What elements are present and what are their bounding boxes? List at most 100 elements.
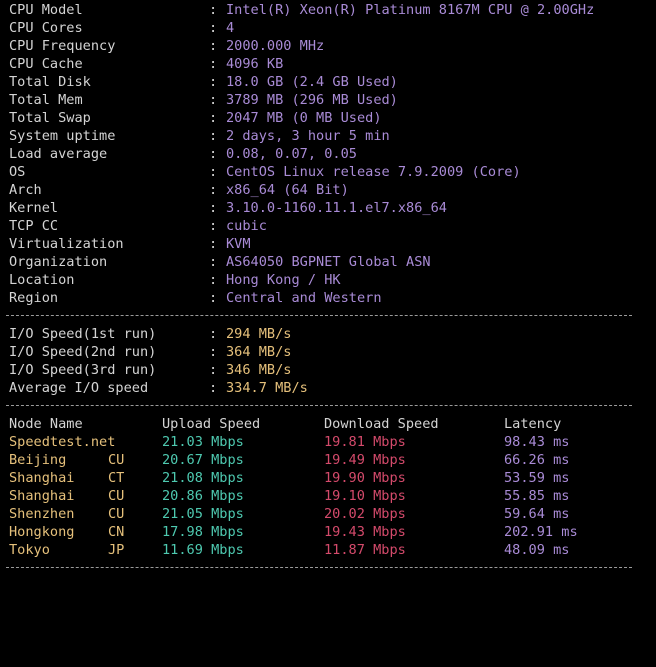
header-latency: Latency	[504, 416, 562, 432]
info-row-cpu-frequency: CPU Frequency : 2000.000 MHz	[0, 37, 656, 55]
io-value: 364 MB/s	[226, 344, 292, 360]
info-value: 0.08, 0.07, 0.05	[226, 146, 357, 162]
node-isp: CU	[108, 506, 125, 522]
header-node-name: Node Name	[9, 416, 83, 432]
upload-speed: 20.86 Mbps	[162, 488, 244, 504]
table-row: Beijing CU 20.67 Mbps 19.49 Mbps 66.26 m…	[0, 451, 656, 469]
info-label: Organization	[9, 254, 108, 270]
latency: 55.85 ms	[504, 488, 570, 504]
node-isp: CT	[108, 470, 125, 486]
terminal-window: CPU Model : Intel(R) Xeon(R) Platinum 81…	[0, 0, 656, 591]
info-value: cubic	[226, 218, 267, 234]
latency: 59.64 ms	[504, 506, 570, 522]
info-row-cpu-cores: CPU Cores : 4	[0, 19, 656, 37]
io-row-2nd-run: I/O Speed(2nd run) : 364 MB/s	[0, 343, 656, 361]
upload-speed: 21.05 Mbps	[162, 506, 244, 522]
info-colon: :	[209, 164, 218, 180]
info-colon: :	[209, 38, 218, 54]
node-name: Hongkong	[9, 524, 75, 540]
io-row-3rd-run: I/O Speed(3rd run) : 346 MB/s	[0, 361, 656, 379]
info-label: Arch	[9, 182, 42, 198]
info-colon: :	[209, 20, 218, 36]
header-download-speed: Download Speed	[324, 416, 439, 432]
io-value: 334.7 MB/s	[226, 380, 308, 396]
info-value: 2 days, 3 hour 5 min	[226, 128, 390, 144]
info-value: Hong Kong / HK	[226, 272, 341, 288]
table-row: Tokyo JP 11.69 Mbps 11.87 Mbps 48.09 ms	[0, 541, 656, 559]
system-info-section: CPU Model : Intel(R) Xeon(R) Platinum 81…	[0, 1, 656, 307]
info-row-arch: Arch : x86_64 (64 Bit)	[0, 181, 656, 199]
info-colon: :	[209, 128, 218, 144]
table-row: Speedtest.net 21.03 Mbps 19.81 Mbps 98.4…	[0, 433, 656, 451]
node-isp: CU	[108, 452, 125, 468]
info-label: TCP CC	[9, 218, 59, 234]
info-value: Intel(R) Xeon(R) Platinum 8167M CPU @ 2.…	[226, 2, 595, 18]
info-row-organization: Organization : AS64050 BGPNET Global ASN	[0, 253, 656, 271]
latency: 202.91 ms	[504, 524, 578, 540]
info-label: CPU Model	[9, 2, 83, 18]
info-colon: :	[209, 110, 218, 126]
separator-line	[0, 397, 656, 415]
separator-line	[0, 559, 656, 577]
info-row-kernel: Kernel : 3.10.0-1160.11.1.el7.x86_64	[0, 199, 656, 217]
info-colon: :	[209, 74, 218, 90]
info-value: 2000.000 MHz	[226, 38, 325, 54]
table-row: Shanghai CU 20.86 Mbps 19.10 Mbps 55.85 …	[0, 487, 656, 505]
info-row-total-swap: Total Swap : 2047 MB (0 MB Used)	[0, 109, 656, 127]
io-label: Average I/O speed	[9, 380, 149, 396]
io-label: I/O Speed(2nd run)	[9, 344, 157, 360]
info-row-total-disk: Total Disk : 18.0 GB (2.4 GB Used)	[0, 73, 656, 91]
header-upload-speed: Upload Speed	[162, 416, 261, 432]
latency: 48.09 ms	[504, 542, 570, 558]
node-name: Speedtest.net	[9, 434, 116, 450]
info-label: Total Mem	[9, 92, 83, 108]
info-value: Central and Western	[226, 290, 382, 306]
separator-line	[0, 307, 656, 325]
info-row-load-average: Load average : 0.08, 0.07, 0.05	[0, 145, 656, 163]
info-colon: :	[209, 254, 218, 270]
info-label: CPU Frequency	[9, 38, 116, 54]
info-row-uptime: System uptime : 2 days, 3 hour 5 min	[0, 127, 656, 145]
node-name: Tokyo	[9, 542, 50, 558]
info-row-region: Region : Central and Western	[0, 289, 656, 307]
info-label: Region	[9, 290, 59, 306]
speedtest-table: Node Name Upload Speed Download Speed La…	[0, 415, 656, 559]
latency: 98.43 ms	[504, 434, 570, 450]
info-value: 18.0 GB (2.4 GB Used)	[226, 74, 398, 90]
info-value: AS64050 BGPNET Global ASN	[226, 254, 431, 270]
io-row-average: Average I/O speed : 334.7 MB/s	[0, 379, 656, 397]
io-label: I/O Speed(1st run)	[9, 326, 157, 342]
table-row: Shenzhen CU 21.05 Mbps 20.02 Mbps 59.64 …	[0, 505, 656, 523]
info-colon: :	[209, 92, 218, 108]
upload-speed: 20.67 Mbps	[162, 452, 244, 468]
info-label: Total Disk	[9, 74, 91, 90]
info-value: 3.10.0-1160.11.1.el7.x86_64	[226, 200, 447, 216]
info-colon: :	[209, 200, 218, 216]
info-row-location: Location : Hong Kong / HK	[0, 271, 656, 289]
upload-speed: 17.98 Mbps	[162, 524, 244, 540]
io-colon: :	[209, 380, 218, 396]
info-colon: :	[209, 272, 218, 288]
info-colon: :	[209, 218, 218, 234]
download-speed: 19.10 Mbps	[324, 488, 406, 504]
node-name: Beijing	[9, 452, 67, 468]
info-label: Total Swap	[9, 110, 91, 126]
info-row-total-mem: Total Mem : 3789 MB (296 MB Used)	[0, 91, 656, 109]
info-colon: :	[209, 236, 218, 252]
io-label: I/O Speed(3rd run)	[9, 362, 157, 378]
node-name: Shanghai	[9, 488, 75, 504]
io-colon: :	[209, 344, 218, 360]
info-label: CPU Cores	[9, 20, 83, 36]
io-row-1st-run: I/O Speed(1st run) : 294 MB/s	[0, 325, 656, 343]
info-label: Location	[9, 272, 75, 288]
info-label: System uptime	[9, 128, 116, 144]
node-isp: CN	[108, 524, 125, 540]
info-colon: :	[209, 2, 218, 18]
info-row-cpu-cache: CPU Cache : 4096 KB	[0, 55, 656, 73]
info-label: OS	[9, 164, 26, 180]
info-colon: :	[209, 146, 218, 162]
info-colon: :	[209, 290, 218, 306]
io-colon: :	[209, 326, 218, 342]
io-colon: :	[209, 362, 218, 378]
upload-speed: 11.69 Mbps	[162, 542, 244, 558]
